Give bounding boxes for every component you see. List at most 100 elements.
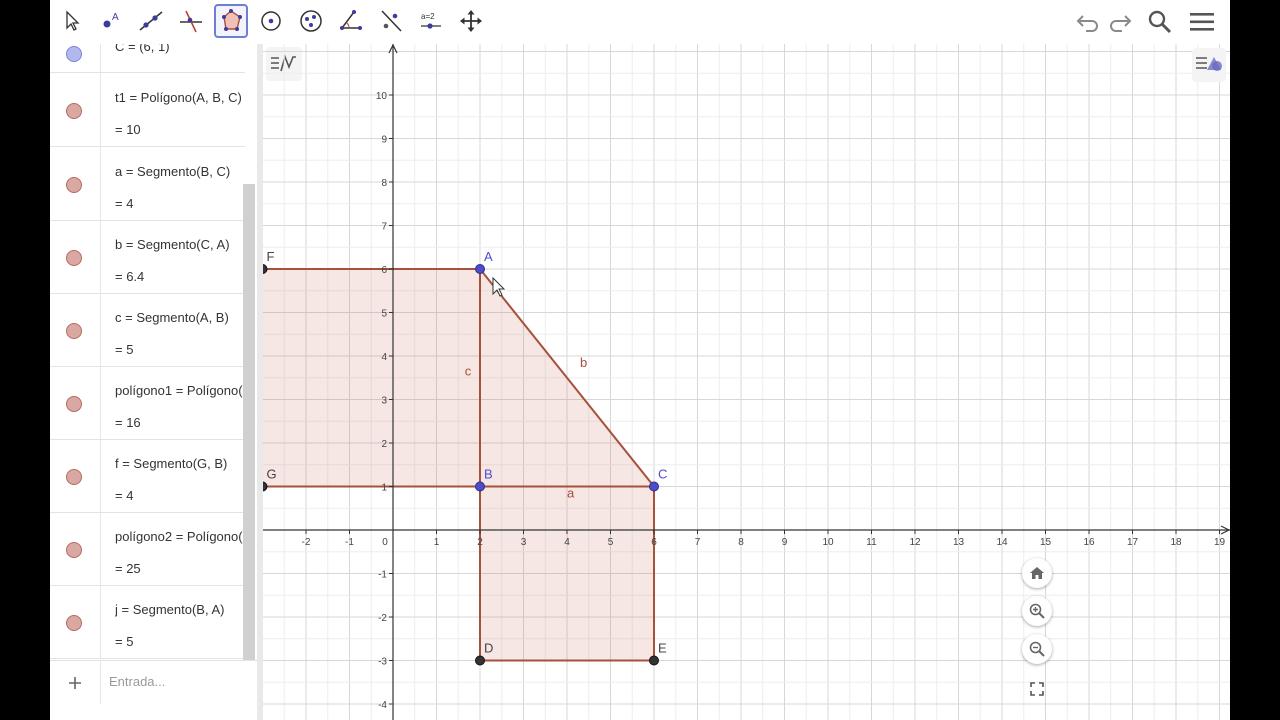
undo-icon [1076,15,1098,32]
segment-label: b [580,355,587,370]
visibility-toggle[interactable] [66,615,82,631]
toolbar: A a=2 [50,0,1230,44]
point-E[interactable] [649,655,659,666]
move-tool-button[interactable] [54,4,88,38]
point-label: F [267,249,275,264]
algebra-value: = 5 [115,634,134,649]
segment-label: c [465,364,472,379]
slider-icon: a=2 [421,12,441,29]
algebra-row[interactable]: b = Segmento(C, A) = 6.4 [50,220,245,294]
angle-icon [340,10,362,30]
algebra-scrollbar[interactable] [243,184,255,704]
fullscreen-button[interactable] [1022,674,1052,704]
x-tick-label: 12 [909,537,921,548]
y-tick-label: -4 [378,700,387,711]
search-icon [1148,10,1172,34]
slider-tool-label: a=2 [421,12,435,21]
conic-tool-button[interactable] [294,4,328,38]
x-tick-label: 8 [738,537,744,548]
algebra-row[interactable]: c = Segmento(A, B) = 5 [50,293,245,367]
algebra-value: = 6.4 [115,269,145,284]
algebra-row[interactable]: t1 = Polígono(A, B, C) = 10 [50,73,245,147]
point-C[interactable] [649,481,659,492]
perpendicular-tool-button[interactable] [174,4,208,38]
visibility-toggle[interactable] [66,250,82,266]
input-bar[interactable]: Entrada... [50,660,257,704]
algebra-value: = 10 [115,122,141,137]
algebra-definition[interactable]: j = Segmento(B, A) [115,602,243,617]
zoom-in-button[interactable] [1022,596,1052,626]
home-button[interactable] [1022,558,1052,588]
y-tick-label: 9 [381,135,387,146]
algebra-row[interactable]: polígono2 = Polígono(B, C, E, D) = 25 [50,512,245,586]
point-B[interactable] [475,481,485,492]
move-arrows-icon [460,10,482,32]
algebra-row[interactable]: f = Segmento(G, B) = 4 [50,439,245,513]
line-tool-button[interactable] [134,4,168,38]
home-icon [1030,567,1044,579]
visibility-toggle[interactable] [66,103,82,119]
x-tick-label: 9 [782,537,788,548]
point-A[interactable] [475,264,485,274]
visibility-toggle[interactable] [66,177,82,193]
y-tick-label: 1 [381,483,387,494]
x-tick-label: -1 [345,537,354,548]
line-icon [139,11,163,31]
add-button[interactable] [50,661,101,704]
graphics-style-button[interactable] [1192,48,1226,82]
undo-button[interactable] [1072,6,1104,38]
point-label: D [484,641,493,656]
graphics-canvas[interactable]: -2 -1 0 1 2 3 4 5 6 7 8 9 10 11 12 13 14 15 16 17 18 19-4-3-2… [263,44,1230,720]
visibility-toggle[interactable] [66,542,82,558]
algebra-definition[interactable]: b = Segmento(C, A) [115,237,243,252]
visibility-toggle[interactable] [66,469,82,485]
segment-label: a [567,485,575,500]
move-graphics-tool-button[interactable] [454,4,488,38]
algebra-definition[interactable]: t1 = Polígono(A, B, C) [115,90,243,105]
algebra-definition[interactable]: polígono1 = Polígono(A, B, G, F) [115,383,243,398]
point-tool-button[interactable]: A [94,4,128,38]
visibility-toggle[interactable] [66,396,82,412]
graphics-view[interactable]: -2 -1 0 1 2 3 4 5 6 7 8 9 10 11 12 13 14 15 16 17 18 19 -4 -3 -2… [263,44,1230,720]
algebra-definition[interactable]: polígono2 = Polígono(B, C, E, D) [115,529,243,544]
reflect-line-icon [381,10,402,32]
algebra-row[interactable]: j = Segmento(B, A) = 5 [50,585,245,659]
menu-icon [1190,13,1214,31]
x-tick-label: 0 [382,537,388,548]
algebra-row[interactable]: polígono1 = Polígono(A, B, G, F) = 16 [50,366,245,440]
visibility-toggle[interactable] [66,46,82,62]
circle-tool-button[interactable] [254,4,288,38]
x-tick-label: 10 [822,537,834,548]
point-tool-label: A [112,12,119,23]
algebra-row[interactable]: C = (6, 1) [50,44,245,73]
angle-tool-button[interactable] [334,4,368,38]
zoom-out-button[interactable] [1022,634,1052,664]
point-icon: A [103,12,119,28]
polygon-tool-button[interactable] [214,4,248,38]
main-menu-button[interactable] [1186,6,1218,38]
algebra-value: = 5 [115,342,134,357]
reflect-tool-button[interactable] [374,4,408,38]
x-tick-label: -2 [302,537,311,548]
point-label: A [484,249,493,264]
x-tick-label: 16 [1083,537,1095,548]
y-tick-label: -2 [378,613,387,624]
algebra-definition[interactable]: c = Segmento(A, B) [115,310,243,325]
algebra-definition[interactable]: C = (6, 1) [115,44,243,54]
cursor-arrow-icon [66,10,80,31]
algebra-definition[interactable]: a = Segmento(B, C) [115,164,243,179]
x-tick-label: 6 [651,537,657,548]
y-tick-label: 4 [381,352,387,363]
redo-button[interactable] [1104,6,1136,38]
perpendicular-line-icon [180,10,202,33]
polygon2[interactable] [480,486,654,661]
algebra-definition[interactable]: f = Segmento(G, B) [115,456,243,471]
algebra-value: = 4 [115,488,134,503]
slider-tool-button[interactable]: a=2 [414,4,448,38]
polygon1[interactable] [263,269,480,487]
algebra-row[interactable]: a = Segmento(B, C) = 4 [50,147,245,221]
input-field[interactable]: Entrada... [109,674,165,689]
point-D[interactable] [475,655,485,666]
search-button[interactable] [1144,6,1176,38]
visibility-toggle[interactable] [66,323,82,339]
